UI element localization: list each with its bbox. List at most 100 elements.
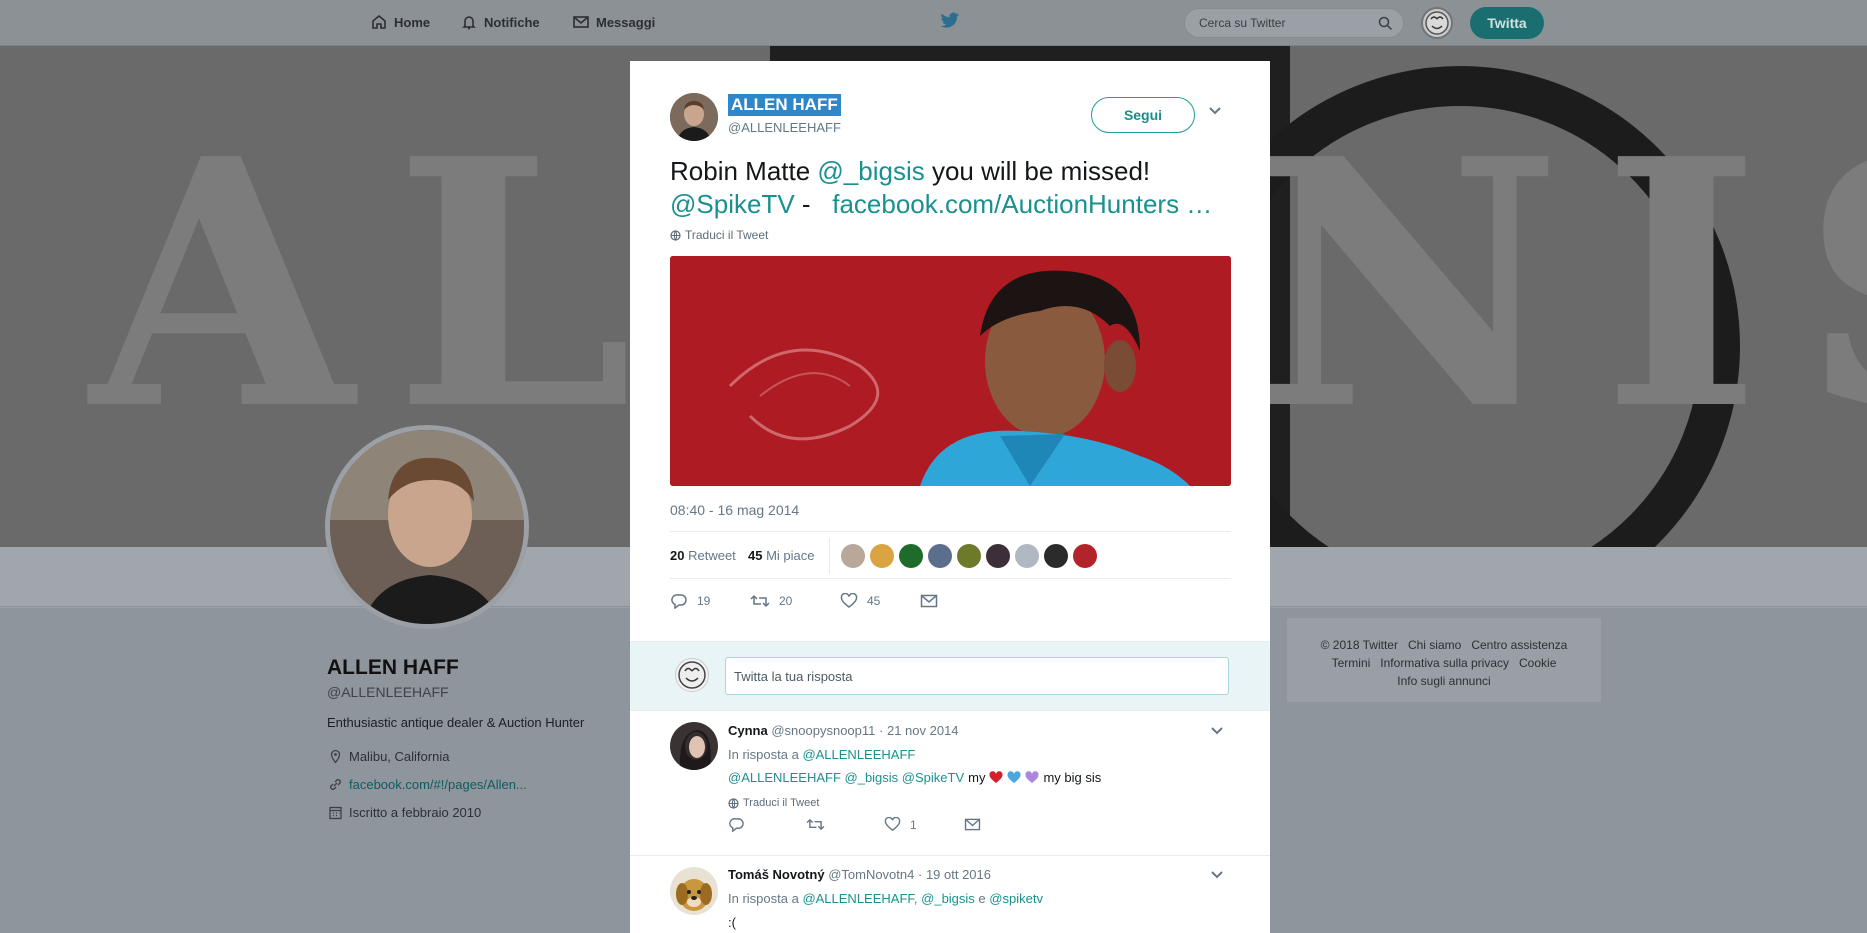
mention-link[interactable]: @SpikeTV (670, 189, 795, 219)
reply-action[interactable] (728, 817, 806, 832)
reply-author-name[interactable]: Tomáš Novotný (728, 867, 825, 882)
nav-notifications[interactable]: Notifiche (460, 13, 540, 31)
reply-author-name[interactable]: Cynna (728, 723, 768, 738)
reply-action[interactable]: 19 (670, 593, 750, 609)
tweet-media-image[interactable] (670, 256, 1231, 486)
tweet-photo (670, 256, 1231, 486)
stats-divider (829, 538, 830, 574)
liker-avatar[interactable] (986, 544, 1010, 568)
reply-avatar[interactable] (670, 867, 718, 915)
footer-link[interactable]: Info sugli annunci (1397, 674, 1490, 688)
liker-avatar[interactable] (1073, 544, 1097, 568)
direct-message-action[interactable] (920, 594, 938, 608)
retweet-icon (750, 594, 770, 608)
reply-text: @ALLENLEEHAFF @_bigsis @SpikeTV my my bi… (728, 770, 1101, 785)
liker-avatar[interactable] (1044, 544, 1068, 568)
liker-avatar[interactable] (957, 544, 981, 568)
profile-location: Malibu, California (328, 749, 449, 764)
chevron-down-icon[interactable] (1210, 726, 1224, 736)
mention-link[interactable]: @spiketv (989, 891, 1043, 906)
mention-link[interactable]: @ALLENLEEHAFF (802, 891, 913, 906)
account-avatar[interactable] (1421, 7, 1453, 39)
tweet-text: Robin Matte @_bigsis you will be missed!… (670, 155, 1240, 221)
liker-avatars (841, 544, 1097, 568)
tweet-author-name[interactable]: ALLEN HAFF (728, 94, 841, 116)
footer-link[interactable]: Termini (1332, 656, 1371, 670)
search-icon[interactable] (1378, 16, 1393, 31)
reply-icon (671, 594, 687, 609)
avatar-logo-icon (678, 661, 706, 689)
reply-avatar[interactable] (670, 722, 718, 770)
tweet-button[interactable]: Twitta (1470, 7, 1544, 39)
translate-tweet[interactable]: Traduci il Tweet (728, 797, 819, 809)
retweet-label: Retweet (688, 548, 736, 563)
footer-link[interactable]: Centro assistenza (1471, 638, 1567, 652)
liker-avatar[interactable] (841, 544, 865, 568)
direct-message-action[interactable] (964, 818, 981, 831)
liker-avatar[interactable] (1015, 544, 1039, 568)
website-link[interactable]: facebook.com/#!/pages/Allen... (349, 777, 527, 792)
footer-link[interactable]: Cookie (1519, 656, 1556, 670)
mention-link[interactable]: @_bigsis (921, 891, 975, 906)
reply-text-part: my big sis (1043, 770, 1102, 785)
profile-website[interactable]: facebook.com/#!/pages/Allen... (328, 777, 527, 792)
nav-messages-label: Messaggi (596, 14, 656, 30)
liker-avatar[interactable] (870, 544, 894, 568)
translate-tweet[interactable]: Traduci il Tweet (670, 228, 768, 242)
red-heart-emoji (989, 771, 1004, 783)
profile-handle: @ALLENLEEHAFF (327, 684, 449, 700)
like-count: 1 (910, 817, 917, 832)
footer-link[interactable]: Informativa sulla privacy (1380, 656, 1509, 670)
tweet-author-handle[interactable]: @ALLENLEEHAFF (728, 120, 841, 135)
like-action[interactable]: 45 (840, 593, 920, 609)
footer-link[interactable]: © 2018 Twitter (1321, 638, 1398, 652)
footer-link[interactable]: Chi siamo (1408, 638, 1461, 652)
author-photo (670, 93, 718, 141)
search-input[interactable] (1197, 15, 1367, 31)
mention-link[interactable]: @ALLENLEEHAFF (802, 747, 915, 762)
envelope-icon (573, 16, 589, 28)
search-box[interactable] (1184, 8, 1404, 38)
liker-avatar[interactable] (899, 544, 923, 568)
globe-icon (728, 797, 739, 809)
translate-label[interactable]: Traduci il Tweet (743, 797, 819, 809)
likes-stat[interactable]: 45 Mi piace (748, 548, 815, 563)
reply-author-handle[interactable]: @TomNovotn4 (828, 867, 914, 882)
retweet-stat[interactable]: 20 Retweet (670, 548, 736, 563)
separator: e (974, 891, 990, 906)
profile-avatar[interactable] (325, 425, 529, 629)
external-link[interactable]: facebook.com/AuctionHunters … (832, 189, 1212, 219)
reply-input[interactable] (725, 657, 1229, 695)
follow-button[interactable]: Segui (1091, 97, 1195, 133)
twitter-bird-icon[interactable] (940, 12, 960, 30)
reply-tweet[interactable]: Tomáš Novotný @TomNovotn4 · 19 ott 2016 … (630, 856, 1270, 933)
profile-joined: Iscritto a febbraio 2010 (328, 805, 481, 820)
retweet-action[interactable]: 20 (750, 593, 840, 609)
reply-date[interactable]: · 19 ott 2016 (918, 867, 991, 882)
home-icon (372, 14, 386, 29)
like-action-count: 45 (867, 594, 881, 608)
nav-home[interactable]: Home (370, 13, 430, 31)
mention-links[interactable]: @ALLENLEEHAFF @_bigsis @SpikeTV (728, 770, 964, 785)
like-action[interactable]: 1 (884, 817, 964, 832)
avatar-logo-icon (1425, 11, 1449, 35)
tweet-stats: 20 Retweet 45 Mi piace (670, 531, 1231, 579)
mention-link[interactable]: @_bigsis (817, 156, 924, 186)
chevron-down-icon[interactable] (1208, 106, 1222, 116)
chevron-down-icon[interactable] (1210, 870, 1224, 880)
reply-count: 19 (697, 594, 711, 608)
envelope-icon (964, 818, 981, 831)
reply-tweet[interactable]: Cynna @snoopysnoop11 · 21 nov 2014 In ri… (630, 711, 1270, 856)
envelope-icon (920, 594, 938, 608)
current-user-avatar (675, 658, 709, 692)
reply-composer (630, 641, 1270, 711)
tweet-timestamp: 08:40 - 16 mag 2014 (670, 502, 800, 518)
liker-avatar[interactable] (928, 544, 952, 568)
tweet-author-avatar[interactable] (670, 93, 718, 141)
reply-date[interactable]: · 21 nov 2014 (879, 723, 959, 738)
retweet-action[interactable] (806, 817, 884, 832)
nav-home-label: Home (394, 14, 431, 30)
translate-label[interactable]: Traduci il Tweet (685, 228, 768, 242)
nav-messages[interactable]: Messaggi (572, 13, 655, 31)
reply-author-handle[interactable]: @snoopysnoop11 (771, 723, 875, 738)
